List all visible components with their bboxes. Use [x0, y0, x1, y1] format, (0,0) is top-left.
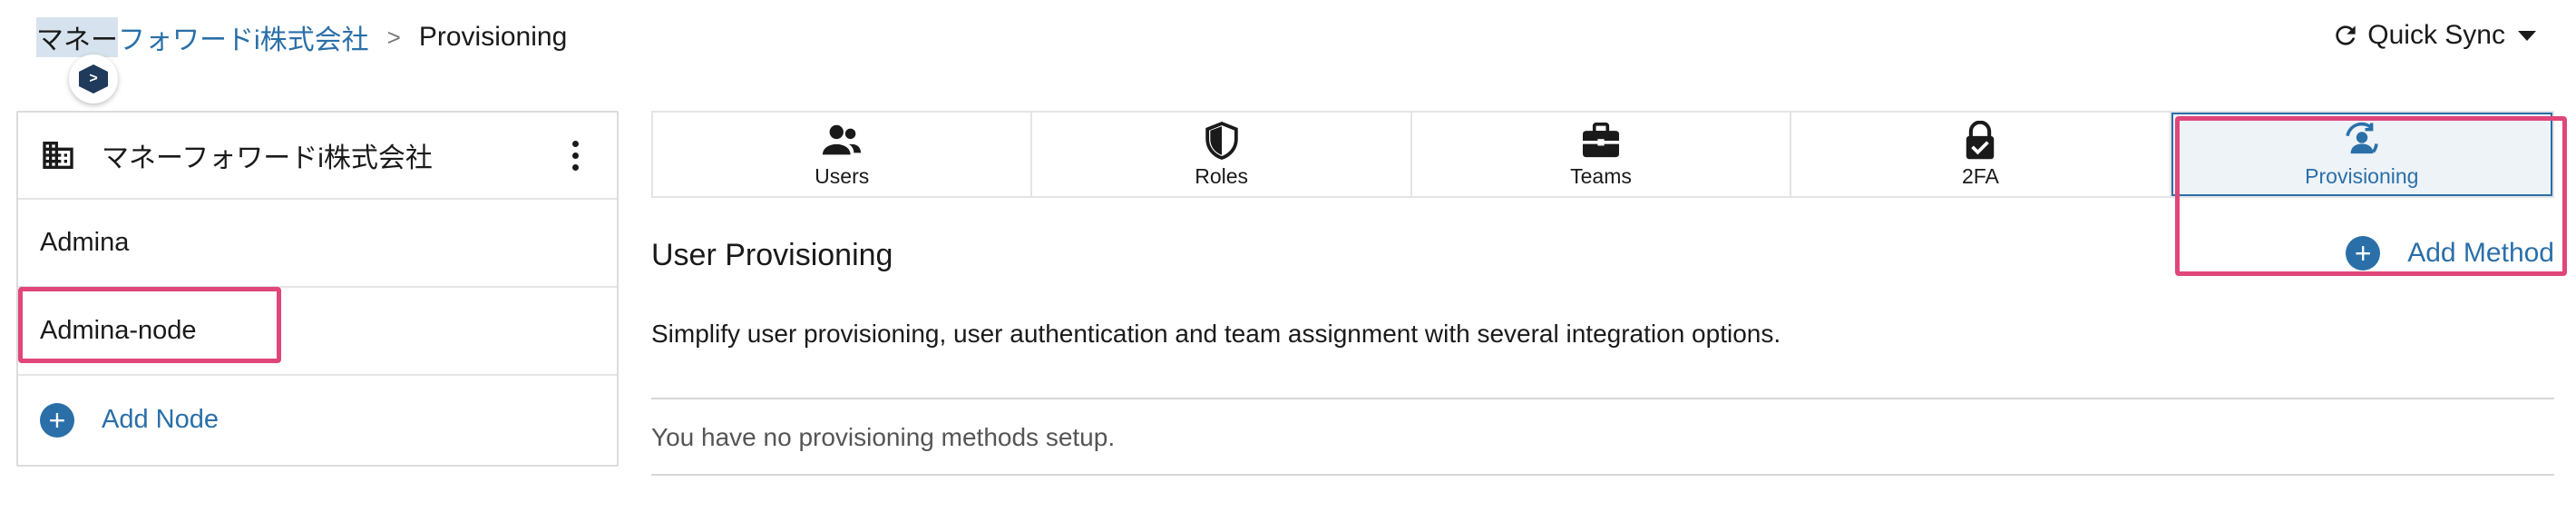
divider [651, 474, 2554, 476]
refresh-icon [2336, 25, 2356, 45]
quick-sync-label: Quick Sync [2367, 20, 2505, 50]
breadcrumb-org-highlight: マネー [36, 17, 118, 57]
breadcrumb: マネー フォワードi株式会社 > Provisioning [36, 17, 568, 57]
extension-badge-icon[interactable]: > [69, 54, 118, 103]
tab-users[interactable]: Users [653, 113, 1033, 196]
building-icon [43, 142, 73, 169]
tab-teams[interactable]: Teams [1412, 113, 1792, 196]
tab-label: Users [815, 163, 870, 188]
breadcrumb-org-link[interactable]: マネー フォワードi株式会社 [36, 17, 369, 57]
breadcrumb-current: Provisioning [418, 22, 568, 52]
empty-state-message: You have no provisioning methods setup. [651, 423, 1116, 451]
node-item-admina[interactable]: Admina [18, 200, 617, 288]
page-title: User Provisioning [651, 238, 893, 272]
more-options-icon[interactable] [572, 140, 579, 171]
users-icon [821, 121, 863, 161]
breadcrumb-separator: > [386, 23, 401, 51]
highlight-box-node [18, 287, 281, 363]
lock-check-icon [1964, 120, 1996, 161]
plus-circle-icon: + [40, 402, 74, 438]
tab-roles[interactable]: Roles [1032, 113, 1412, 196]
node-label: Admina [40, 228, 130, 257]
org-name: マネーフォワードi株式会社 [102, 143, 433, 173]
tab-2fa[interactable]: 2FA [1791, 113, 2171, 196]
highlight-box-provisioning [2175, 116, 2567, 276]
add-node-label: Add Node [102, 405, 219, 434]
divider [651, 398, 2554, 399]
chevron-down-icon [2518, 30, 2536, 41]
add-node-button[interactable]: + Add Node [18, 376, 617, 464]
shield-icon [1205, 121, 1239, 161]
breadcrumb-org-rest: フォワードi株式会社 [118, 25, 369, 55]
provisioning-description: Simplify user provisioning, user authent… [651, 320, 1781, 348]
tab-label: Roles [1195, 163, 1249, 188]
org-header: マネーフォワードi株式会社 [18, 113, 617, 200]
quick-sync-button[interactable]: Quick Sync [2331, 20, 2536, 51]
briefcase-icon [1581, 121, 1621, 161]
tab-label: Teams [1570, 163, 1632, 188]
tab-label: 2FA [1961, 163, 1999, 188]
